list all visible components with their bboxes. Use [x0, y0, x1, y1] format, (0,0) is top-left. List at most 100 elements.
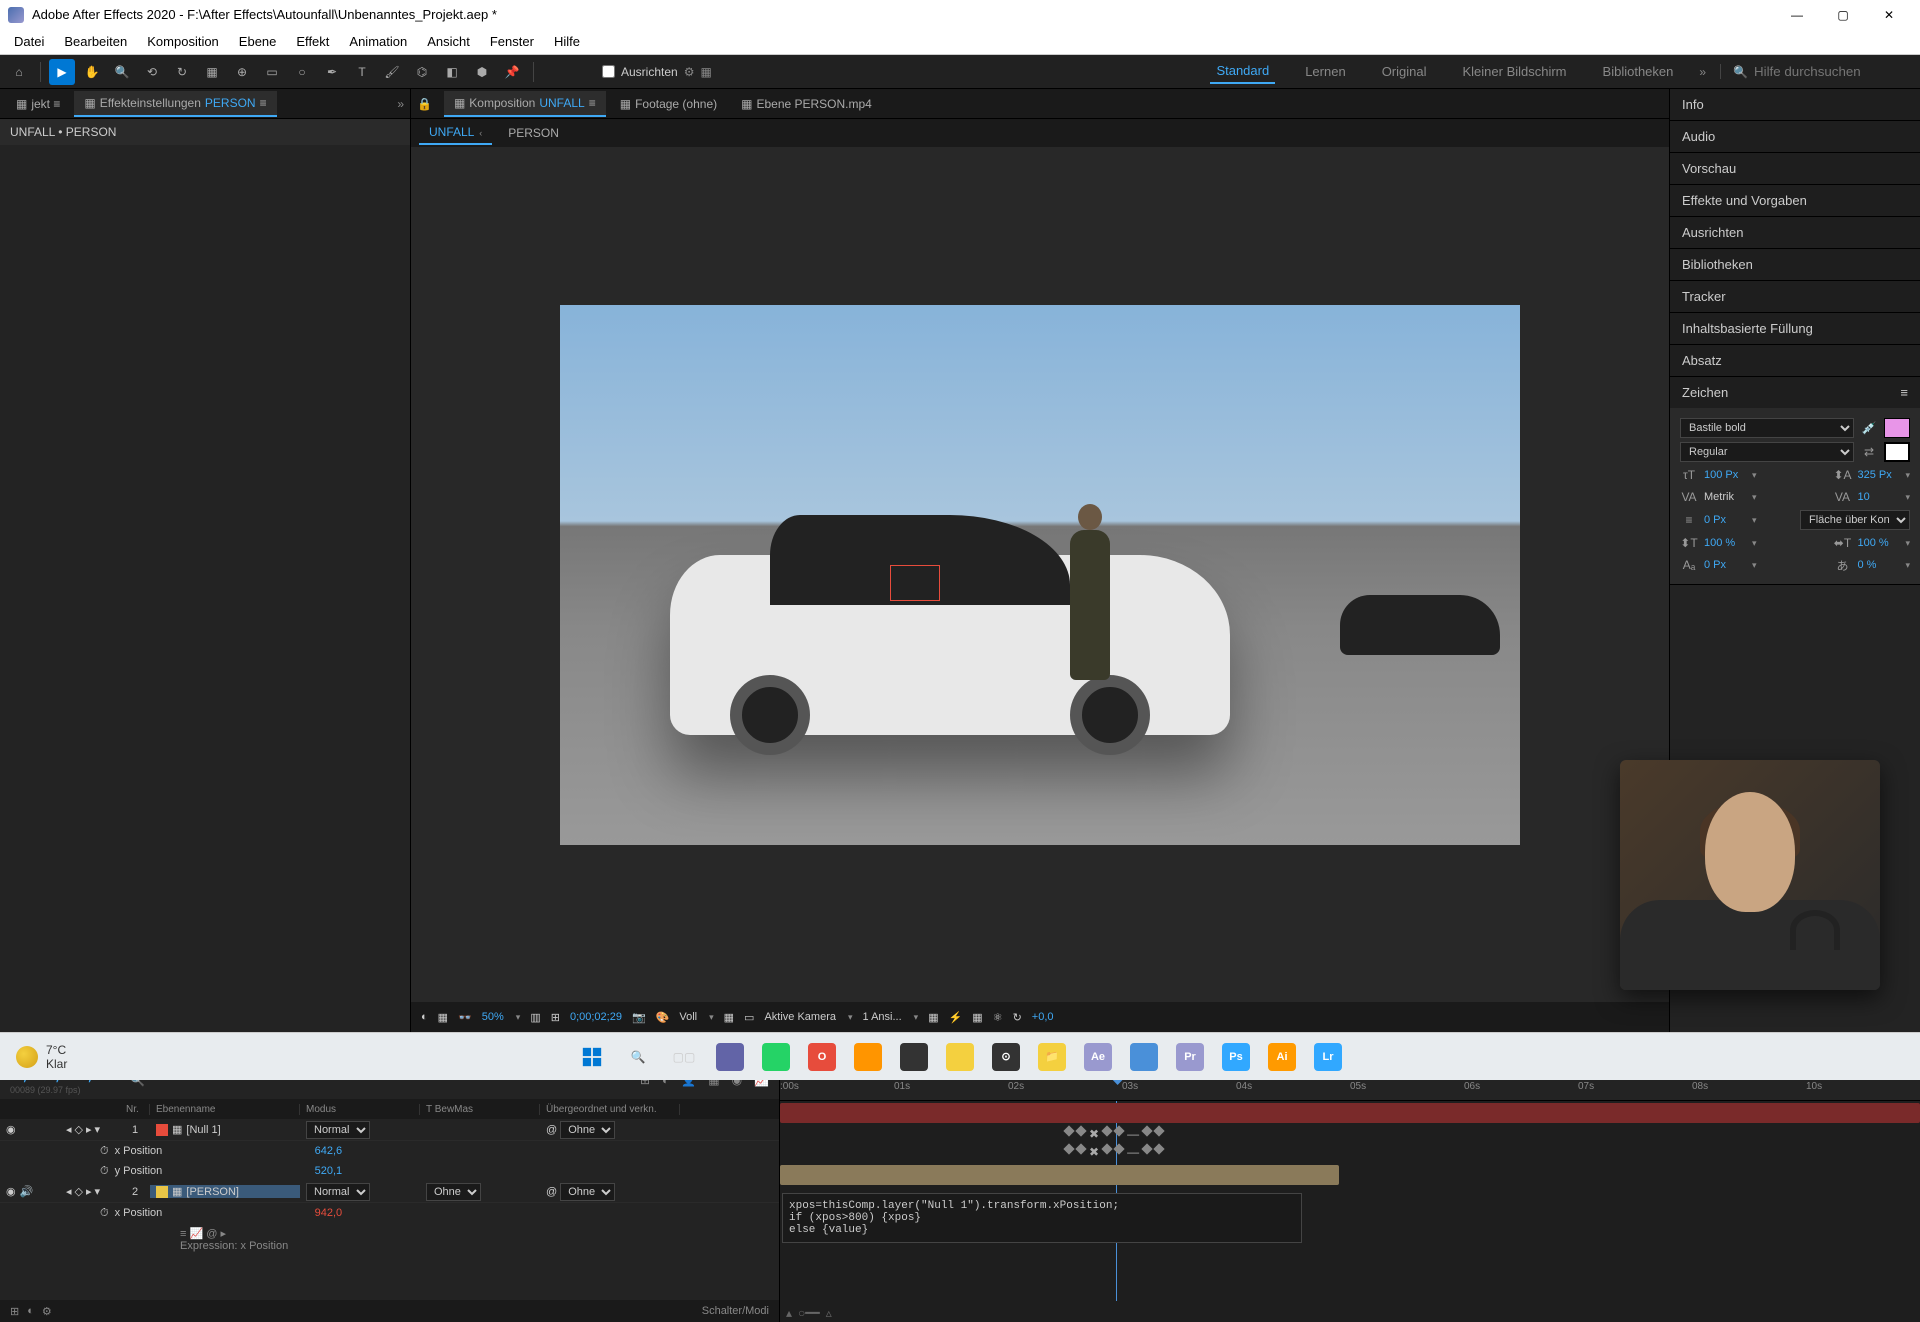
taskbar-app-1[interactable] — [756, 1037, 796, 1077]
stroke-color-swatch[interactable] — [1884, 442, 1910, 462]
left-tab[interactable]: ▦ Effekteinstellungen PERSON ≡ — [74, 91, 276, 117]
taskbar-app-8[interactable]: Ae — [1078, 1037, 1118, 1077]
color-icon[interactable]: 🎨 — [656, 1011, 670, 1024]
layer-row[interactable]: ◉ ◂◇▸▾ 1 ▦ [Null 1] Normal @ Ohne — [0, 1119, 779, 1141]
keyframe[interactable] — [1063, 1143, 1074, 1154]
blend-mode-select[interactable]: Normal — [306, 1121, 370, 1139]
taskbar-app-11[interactable]: Ps — [1216, 1037, 1256, 1077]
pan-behind-tool[interactable]: ⊕ — [229, 59, 255, 85]
panel-header-bibliotheken[interactable]: Bibliotheken — [1670, 249, 1920, 280]
tracking-value[interactable]: 10 — [1857, 491, 1897, 503]
layer-row[interactable]: ◉🔊 ◂◇▸▾ 2 ▦ [PERSON] Normal Ohne @ Ohne — [0, 1181, 779, 1203]
keyframe[interactable] — [1141, 1125, 1152, 1136]
add-key[interactable]: ◇ — [75, 1123, 83, 1136]
font-family-select[interactable]: Bastile bold — [1680, 418, 1854, 438]
stroke-mode-select[interactable]: Fläche über Kon... — [1800, 510, 1910, 530]
keyframe[interactable] — [1113, 1143, 1124, 1154]
camera-tool[interactable]: ▦ — [199, 59, 225, 85]
orbit-tool[interactable]: ⟲ — [139, 59, 165, 85]
menu-bearbeiten[interactable]: Bearbeiten — [54, 30, 137, 53]
timeline-icon[interactable]: ▦ — [972, 1011, 982, 1024]
panel-header-inhaltsbasierte-füllung[interactable]: Inhaltsbasierte Füllung — [1670, 313, 1920, 344]
pen-tool[interactable]: ✒ — [319, 59, 345, 85]
property-row[interactable]: ⏱x Position942,0 — [0, 1203, 779, 1223]
camera-dropdown[interactable]: Aktive Kamera — [764, 1011, 836, 1023]
menu-animation[interactable]: Animation — [339, 30, 417, 53]
taskbar-app-4[interactable] — [894, 1037, 934, 1077]
toggle-modes-icon[interactable]: ◐ — [27, 1305, 34, 1318]
stroke-width-value[interactable]: 0 Px — [1704, 514, 1744, 526]
comp-nav-unfall[interactable]: UNFALL ‹ — [419, 121, 492, 145]
taskbar-app-3[interactable] — [848, 1037, 888, 1077]
panel-menu-icon[interactable]: ≡ — [1900, 385, 1908, 400]
brush-tool[interactable]: 🖌 — [379, 59, 405, 85]
workspace-original[interactable]: Original — [1376, 60, 1433, 83]
workspace-bibliotheken[interactable]: Bibliotheken — [1597, 60, 1680, 83]
menu-fenster[interactable]: Fenster — [480, 30, 544, 53]
snap-checkbox[interactable] — [602, 65, 615, 78]
keyframe[interactable] — [1101, 1125, 1112, 1136]
vscale-value[interactable]: 100 % — [1704, 537, 1744, 549]
keyframe[interactable] — [1075, 1125, 1086, 1136]
zoom-in-icon[interactable]: ▵ — [826, 1306, 832, 1320]
nav-prev-key[interactable]: ◂ — [66, 1185, 72, 1198]
transparency-icon[interactable]: ▦ — [724, 1011, 734, 1024]
layer-color-chip[interactable] — [156, 1124, 168, 1136]
kerning-value[interactable]: Metrik — [1704, 491, 1744, 503]
blend-mode-select[interactable]: Normal — [306, 1183, 370, 1201]
property-row[interactable]: ⏱y Position520,1 — [0, 1161, 779, 1181]
close-button[interactable]: ✕ — [1866, 0, 1912, 29]
comp-panel-tab[interactable]: ▦ Komposition UNFALL ≡ — [444, 91, 606, 117]
roto-tool[interactable]: ⬢ — [469, 59, 495, 85]
grid-icon[interactable]: ▥ — [530, 1011, 540, 1024]
keyframe[interactable] — [1153, 1143, 1164, 1154]
layer-2-bar[interactable] — [780, 1165, 1339, 1185]
baseline-value[interactable]: 0 Px — [1704, 559, 1744, 571]
rotate-tool[interactable]: ↻ — [169, 59, 195, 85]
taskbar-app-7[interactable]: 📁 — [1032, 1037, 1072, 1077]
tracker-region[interactable] — [890, 565, 940, 601]
panel-overflow-icon[interactable]: » — [397, 97, 404, 111]
stopwatch-icon[interactable]: ⏱ — [100, 1145, 109, 1158]
exposure-value[interactable]: +0,0 — [1032, 1011, 1054, 1023]
comp-panel-tab[interactable]: ▦ Ebene PERSON.mp4 — [731, 92, 882, 116]
menu-ebene[interactable]: Ebene — [229, 30, 287, 53]
panel-header-absatz[interactable]: Absatz — [1670, 345, 1920, 376]
eraser-tool[interactable]: ◧ — [439, 59, 465, 85]
leading-value[interactable]: 325 Px — [1857, 469, 1897, 481]
comp-nav-person[interactable]: PERSON — [498, 122, 569, 144]
type-tool[interactable]: T — [349, 59, 375, 85]
menu-datei[interactable]: Datei — [4, 30, 54, 53]
add-key[interactable]: ◇ — [75, 1185, 83, 1198]
toggle-switches-icon[interactable]: ⊞ — [10, 1305, 19, 1318]
layer-1-bar[interactable] — [780, 1103, 1920, 1123]
taskbar-app-13[interactable]: Lr — [1308, 1037, 1348, 1077]
stroke-swap-icon[interactable]: ⇄ — [1860, 443, 1878, 461]
workspace-overflow-icon[interactable]: » — [1699, 65, 1706, 79]
nav-prev-key[interactable]: ◂ — [66, 1123, 72, 1136]
panel-header-audio[interactable]: Audio — [1670, 121, 1920, 152]
timeline-tracks[interactable]: :00s01s02s03s04s05s06s07s08s10s ✖ — ✖ — — [780, 1061, 1920, 1322]
panel-header-zeichen[interactable]: Zeichen≡ — [1670, 377, 1920, 408]
property-value[interactable]: 642,6 — [315, 1145, 343, 1157]
hand-tool[interactable]: ✋ — [79, 59, 105, 85]
menu-ansicht[interactable]: Ansicht — [417, 30, 480, 53]
parent-select[interactable]: Ohne — [560, 1183, 615, 1201]
comp-panel-tab[interactable]: ▦ Footage (ohne) — [610, 92, 727, 116]
zoom-tool[interactable]: 🔍 — [109, 59, 135, 85]
keyframe[interactable] — [1075, 1143, 1086, 1154]
panel-lock-icon[interactable]: 🔒 — [417, 97, 432, 111]
property-row[interactable]: ⏱x Position642,6 — [0, 1141, 779, 1161]
keyframe[interactable] — [1113, 1125, 1124, 1136]
left-tab[interactable]: ▦ jekt ≡ — [6, 92, 70, 116]
pickwhip-icon[interactable]: @ — [546, 1186, 557, 1198]
snap-grid-icon[interactable]: ▦ — [700, 65, 711, 79]
taskbar-app-9[interactable] — [1124, 1037, 1164, 1077]
workspace-kleiner-bildschirm[interactable]: Kleiner Bildschirm — [1456, 60, 1572, 83]
panel-header-vorschau[interactable]: Vorschau — [1670, 153, 1920, 184]
menu-hilfe[interactable]: Hilfe — [544, 30, 590, 53]
workspace-standard[interactable]: Standard — [1210, 59, 1275, 84]
menu-komposition[interactable]: Komposition — [137, 30, 229, 53]
stopwatch-icon[interactable]: ⏱ — [100, 1165, 109, 1178]
taskbar-app-10[interactable]: Pr — [1170, 1037, 1210, 1077]
